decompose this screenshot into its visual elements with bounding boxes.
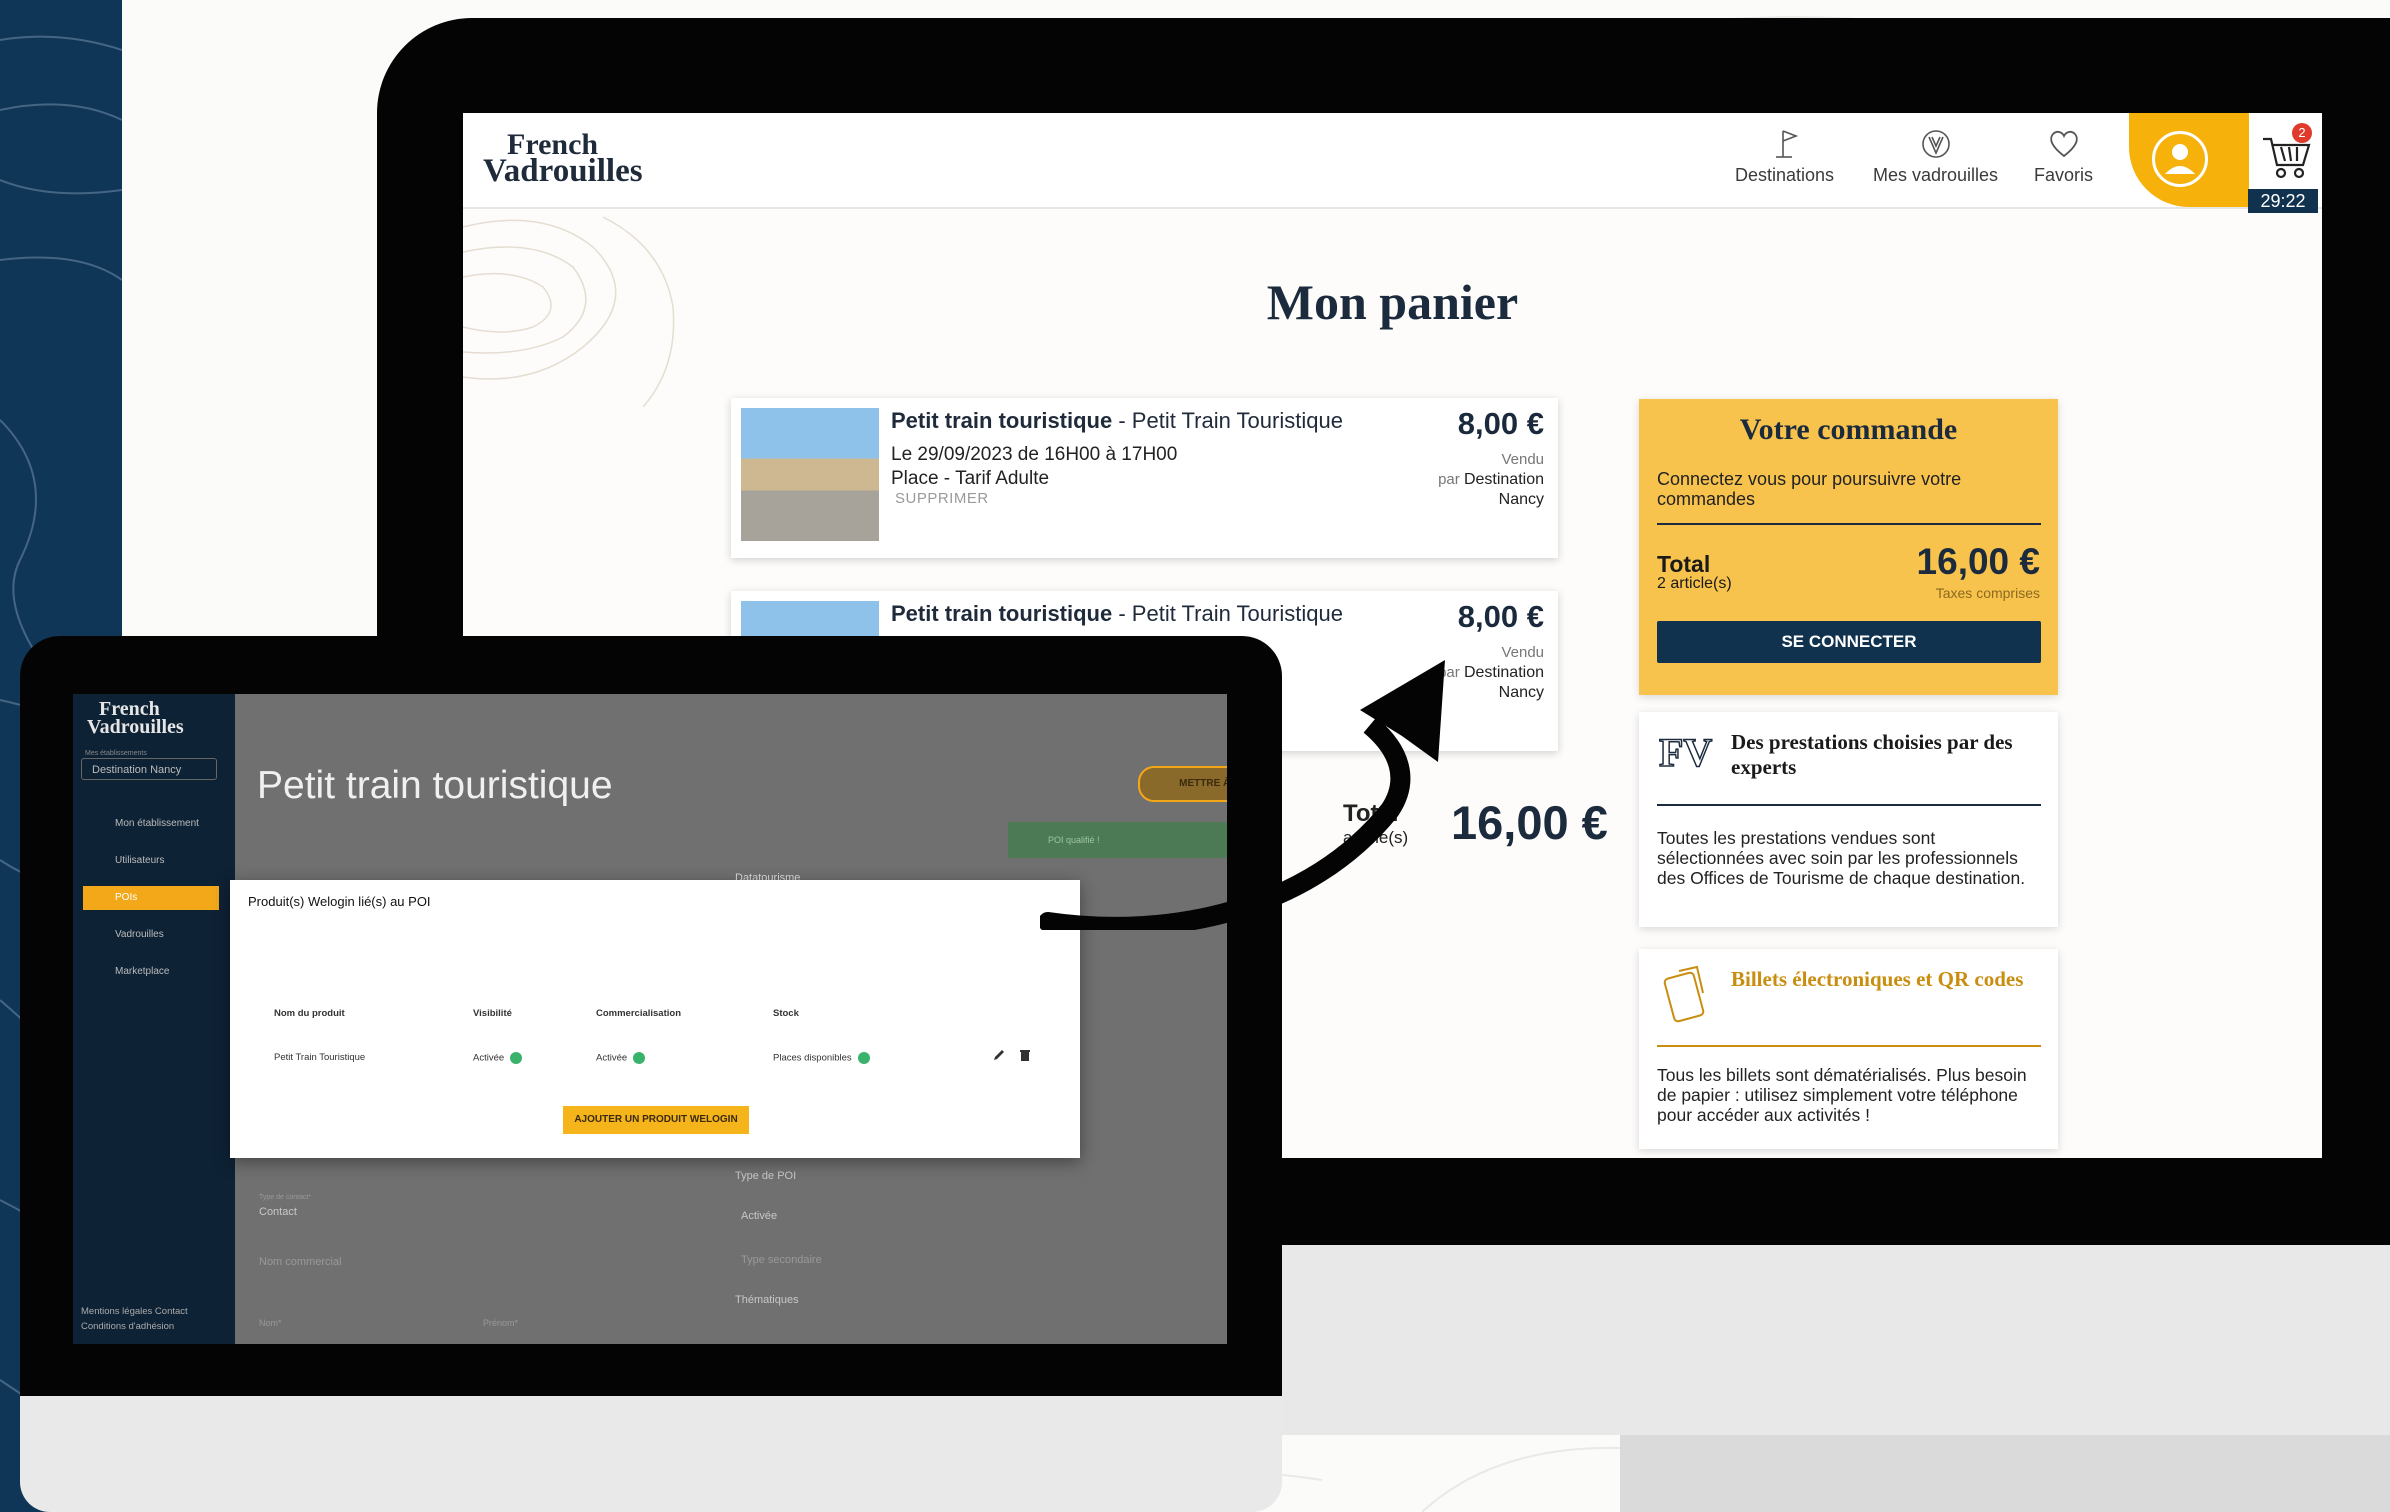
modal-title: Produit(s) Welogin lié(s) au POI bbox=[248, 894, 431, 909]
column-header: Stock bbox=[773, 1008, 799, 1019]
commercial-name-field[interactable]: Nom commercial bbox=[259, 1256, 342, 1268]
contact-type-field[interactable]: Contact bbox=[259, 1206, 297, 1218]
secondary-type-field[interactable]: Type secondaire bbox=[741, 1254, 822, 1266]
sidebar-item-vadrouilles[interactable]: Vadrouilles bbox=[83, 923, 219, 947]
order-summary-panel: Votre commande Connectez vous pour pours… bbox=[1639, 399, 2058, 695]
desktop-monitor-stand bbox=[1620, 1435, 2390, 1512]
nav-destinations[interactable]: Destinations bbox=[1735, 127, 1834, 186]
order-title: Votre commande bbox=[1739, 413, 1958, 446]
nav-favoris[interactable]: Favoris bbox=[2034, 127, 2093, 186]
item-price: 8,00 € bbox=[1457, 599, 1544, 634]
divider bbox=[1657, 1045, 2041, 1047]
page-title: Mon panier bbox=[1266, 274, 1519, 330]
cart-item: Petit train touristique - Petit Train To… bbox=[731, 398, 1558, 558]
login-button[interactable]: SE CONNECTER bbox=[1657, 621, 2041, 663]
order-total-label: Total bbox=[1657, 551, 1711, 577]
site-header: French Vadrouilles Destinations Mes vadr… bbox=[463, 113, 2322, 213]
cart-total-value: 16,00 € bbox=[1451, 796, 1608, 849]
info-title: Billets électroniques et QR codes bbox=[1731, 967, 2024, 991]
admin-sidebar: French Vadrouilles Mes établissements Des… bbox=[73, 694, 235, 1344]
nav-mes-vadrouilles-label: Mes vadrouilles bbox=[1873, 165, 1999, 185]
establishment-label: Mes établissements bbox=[85, 750, 147, 757]
add-welogin-product-button[interactable]: AJOUTER UN PRODUIT WELOGIN bbox=[563, 1106, 749, 1134]
info-text: Tous les billets sont dématérialisés. Pl… bbox=[1657, 1065, 2027, 1125]
first-name-field[interactable]: Prénom* bbox=[483, 1318, 518, 1328]
cart-count-badge: 2 bbox=[2292, 123, 2312, 143]
info-card-experts: FV Des prestations choisies par des expe… bbox=[1639, 712, 2058, 927]
product-name-cell: Petit Train Touristique bbox=[274, 1052, 366, 1063]
edit-icon[interactable] bbox=[992, 1048, 1006, 1062]
check-icon bbox=[633, 1052, 646, 1064]
svg-text:FV: FV bbox=[1659, 730, 1712, 775]
item-date: Le 29/09/2023 de 16H00 à 17H00 bbox=[891, 444, 1178, 465]
divider bbox=[1657, 523, 2041, 525]
nav-favoris-label: Favoris bbox=[2034, 165, 2094, 185]
item-ticket-type: Place - Tarif Adulte bbox=[891, 468, 1050, 489]
compass-icon bbox=[1921, 130, 1950, 158]
item-price: 8,00 € bbox=[1457, 406, 1544, 441]
flag-icon bbox=[1775, 130, 1798, 158]
column-header: Commercialisation bbox=[596, 1008, 681, 1019]
nav-destinations-label: Destinations bbox=[1735, 165, 1835, 185]
ticket-phone-icon bbox=[1663, 965, 1705, 1023]
poi-type-label[interactable]: Type de POI bbox=[735, 1170, 796, 1182]
order-total-value: 16,00 € bbox=[1916, 541, 2040, 582]
laptop-monitor-chin bbox=[20, 1396, 1282, 1512]
sidebar-item-users[interactable]: Utilisateurs bbox=[83, 849, 219, 873]
order-subtitle: Connectez vous pour poursuivre votre com… bbox=[1657, 469, 1962, 509]
poi-type-value[interactable]: Activée bbox=[741, 1210, 777, 1222]
poi-title: Petit train touristique bbox=[257, 764, 613, 807]
linked-products-modal: Produit(s) Welogin lié(s) au POI Nom du … bbox=[230, 880, 1080, 1158]
french-vadrouilles-logo[interactable]: French Vadrouilles bbox=[483, 130, 643, 188]
sidebar-item-pois[interactable]: POIs bbox=[83, 886, 219, 910]
info-title: Des prestations choisies par des experts bbox=[1731, 730, 2013, 779]
user-avatar-icon[interactable] bbox=[2152, 131, 2208, 187]
item-thumbnail[interactable] bbox=[741, 408, 879, 541]
column-header: Nom du produit bbox=[274, 1008, 345, 1019]
french-vadrouilles-logo[interactable]: French Vadrouilles bbox=[87, 699, 184, 737]
cart-timer: 29:22 bbox=[2248, 189, 2318, 213]
thematic-label[interactable]: Thématiques bbox=[735, 1294, 799, 1306]
visibility-cell: Activée bbox=[473, 1052, 523, 1064]
contact-type-label: Type de contact* bbox=[259, 1194, 312, 1201]
remove-item-link[interactable]: SUPPRIMER bbox=[895, 490, 989, 507]
sidebar-item-marketplace[interactable]: Marketplace bbox=[83, 960, 219, 984]
stock-cell: Places disponibles bbox=[773, 1052, 870, 1064]
taxes-note: Taxes comprises bbox=[1935, 585, 2040, 601]
establishment-select[interactable]: Destination Nancy bbox=[81, 758, 217, 780]
divider bbox=[1657, 804, 2041, 806]
check-icon bbox=[857, 1052, 870, 1064]
name-field[interactable]: Nom* bbox=[259, 1318, 282, 1328]
delete-icon[interactable] bbox=[1019, 1048, 1031, 1062]
info-card-tickets: Billets électroniques et QR codes Tous l… bbox=[1639, 949, 2058, 1149]
order-articles-count: 2 article(s) bbox=[1657, 575, 1732, 592]
nav-mes-vadrouilles[interactable]: Mes vadrouilles bbox=[1873, 127, 1998, 186]
item-seller: Vendu par Destination Nancy bbox=[1438, 451, 1544, 508]
footer-links[interactable]: Mentions légales Contact bbox=[81, 1306, 188, 1317]
item-title: Petit train touristique - Petit Train To… bbox=[891, 408, 1343, 433]
commercialisation-cell: Activée bbox=[596, 1052, 646, 1064]
sidebar-item-establishment[interactable]: Mon établissement bbox=[83, 812, 219, 836]
info-text: Toutes les prestations vendues sont séle… bbox=[1657, 828, 2026, 888]
sidebar-footer: Mentions légales Contact Conditions d'ad… bbox=[81, 1304, 188, 1334]
check-icon bbox=[510, 1052, 523, 1064]
footer-terms[interactable]: Conditions d'adhésion bbox=[81, 1321, 174, 1332]
fv-monogram-icon: FV bbox=[1659, 729, 1713, 776]
item-title: Petit train touristique - Petit Train To… bbox=[891, 601, 1343, 626]
heart-icon bbox=[2049, 130, 2078, 158]
column-header: Visibilité bbox=[473, 1008, 512, 1019]
arrow-icon bbox=[1040, 660, 1445, 930]
